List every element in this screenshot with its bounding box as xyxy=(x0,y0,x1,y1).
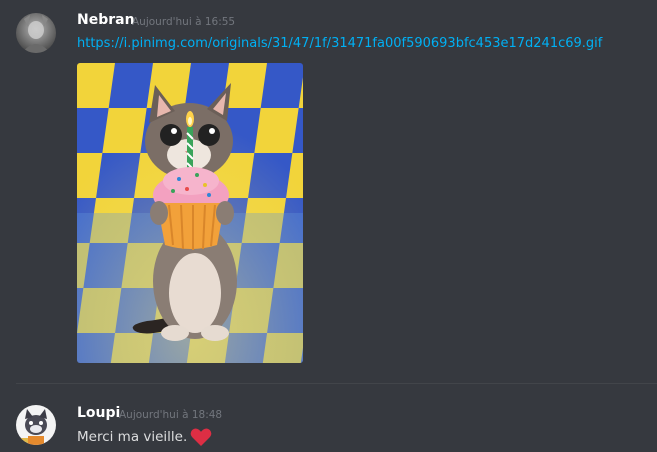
birthday-cat-image xyxy=(77,63,303,363)
avatar-nebran[interactable] xyxy=(16,13,56,53)
username[interactable]: Nebran xyxy=(77,12,135,28)
username[interactable]: Loupi xyxy=(77,405,120,421)
image-attachment[interactable] xyxy=(77,63,303,363)
avatar-loupi[interactable] xyxy=(16,405,56,445)
timestamp: Aujourd'hui à 16:55 xyxy=(132,16,236,28)
message-text: Merci ma vieille. xyxy=(77,429,188,445)
timestamp: Aujourd'hui à 18:48 xyxy=(119,409,223,421)
message-link[interactable]: https://i.pinimg.com/originals/31/47/1f/… xyxy=(77,36,602,51)
message-divider xyxy=(16,383,657,384)
red-heart-icon xyxy=(190,427,212,451)
